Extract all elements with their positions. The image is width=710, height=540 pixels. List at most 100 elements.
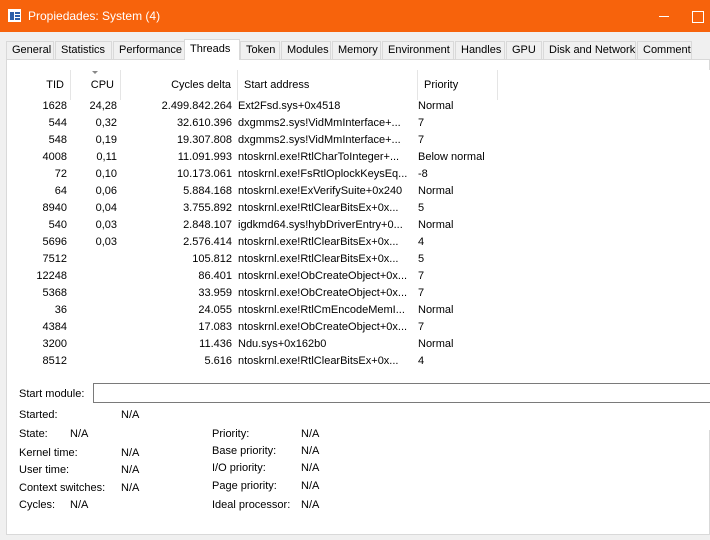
start-address-cell: dxgmms2.sys!VidMmInterface+... — [238, 117, 401, 129]
table-row[interactable]: 8940 0,04 3.755.892 ntoskrnl.exe!RtlClearBi… — [21, 200, 710, 217]
table-row[interactable]: 3200 11.436 Ndu.sys+0x162b0 Normal — [21, 336, 710, 353]
start-address-cell: ntoskrnl.exe!ExVerifySuite+0x240 — [238, 185, 403, 197]
cycles-delta-cell: 105.812 — [192, 253, 232, 265]
base-priority-label: Base priority: — [212, 445, 277, 457]
table-row[interactable]: 544 0,32 32.610.396 dxgmms2.sys!VidMmInterf… — [21, 115, 710, 132]
tid-cell: 1628 — [42, 100, 67, 112]
start-address-cell: ntoskrnl.exe!RtlClearBitsEx+0x... — [238, 236, 399, 248]
page-priority-label: Page priority: — [212, 480, 277, 492]
start-address-cell: ntoskrnl.exe!ObCreateObject+0x... — [238, 321, 408, 333]
table-row[interactable]: 7512 105.812 ntoskrnl.exe!RtlClearBitsEx+0… — [21, 251, 710, 268]
start-address-cell: Ndu.sys+0x162b0 — [238, 338, 327, 350]
tid-cell: 72 — [54, 168, 67, 180]
maximize-button[interactable] — [684, 0, 710, 32]
tid-cell: 3200 — [42, 338, 67, 350]
tab-token[interactable]: Token — [240, 41, 280, 59]
tid-cell: 8940 — [42, 202, 67, 214]
title-bar[interactable]: Propiedades: System (4) — [0, 0, 710, 32]
tab-comment[interactable]: Comment — [637, 41, 692, 59]
column-header-cpu-label: CPU — [90, 79, 114, 91]
priority-cell: Normal — [418, 100, 454, 112]
tab-handles[interactable]: Handles — [455, 41, 505, 59]
priority-cell: 7 — [418, 287, 425, 299]
tab-gpu[interactable]: GPU — [506, 41, 542, 59]
cycles-delta-cell: 24.055 — [198, 304, 232, 316]
threads-panel: TID CPU Cycles delta Start address Prior… — [6, 59, 710, 535]
tab-environment[interactable]: Environment — [382, 41, 454, 59]
table-row[interactable]: 548 0,19 19.307.808 dxgmms2.sys!VidMmInterf… — [21, 132, 710, 149]
tid-cell: 5696 — [42, 236, 67, 248]
column-header-priority[interactable]: Priority — [418, 70, 498, 100]
tab-disk-and-network[interactable]: Disk and Network — [543, 41, 636, 59]
priority-cell: Normal — [418, 304, 454, 316]
cpu-cell: 0,19 — [95, 134, 117, 146]
priority-cell: Below normal — [418, 151, 485, 163]
column-header-cycles-delta[interactable]: Cycles delta — [121, 70, 238, 100]
priority-cell: -8 — [418, 168, 428, 180]
table-row[interactable]: 540 0,03 2.848.107 igdkmd64.sys!hybDriverEn… — [21, 217, 710, 234]
table-row[interactable]: 1628 24,28 2.499.842.264 Ext2Fsd.sys+0x4518… — [21, 98, 710, 115]
start-address-cell: dxgmms2.sys!VidMmInterface+... — [238, 134, 401, 146]
priority-cell: Normal — [418, 219, 454, 231]
priority-cell: 7 — [418, 270, 425, 282]
table-row[interactable]: 5696 0,03 2.576.414 ntoskrnl.exe!RtlClearBi… — [21, 234, 710, 251]
tid-cell: 548 — [48, 134, 67, 146]
started-label: Started: — [19, 409, 58, 421]
sort-descending-icon — [92, 71, 99, 75]
start-module-field[interactable] — [93, 383, 710, 403]
column-header-start-address[interactable]: Start address — [238, 70, 418, 100]
tid-cell: 12248 — [36, 270, 67, 282]
cpu-cell: 24,28 — [89, 100, 117, 112]
start-address-cell: ntoskrnl.exe!RtlClearBitsEx+0x... — [238, 202, 399, 214]
tab-strip: General Statistics Performance Threads T… — [6, 39, 710, 60]
tab-modules[interactable]: Modules — [281, 41, 331, 59]
threads-list[interactable]: TID CPU Cycles delta Start address Prior… — [21, 70, 710, 430]
table-row[interactable]: 64 0,06 5.884.168 ntoskrnl.exe!ExVerifySuit… — [21, 183, 710, 200]
priority-cell: Normal — [418, 338, 454, 350]
tab-memory[interactable]: Memory — [332, 41, 381, 59]
start-address-cell: ntoskrnl.exe!RtlClearBitsEx+0x... — [238, 355, 399, 367]
cpu-cell: 0,04 — [95, 202, 117, 214]
priority-cell: Normal — [418, 185, 454, 197]
cycles-delta-cell: 11.436 — [199, 338, 232, 350]
table-row[interactable]: 36 24.055 ntoskrnl.exe!RtlCmEncodeMemI... N… — [21, 302, 710, 319]
start-address-cell: ntoskrnl.exe!ObCreateObject+0x... — [238, 287, 408, 299]
start-address-cell: ntoskrnl.exe!FsRtlOplockKeysEq... — [238, 168, 408, 180]
cycles-delta-cell: 11.091.993 — [177, 151, 232, 163]
minimize-button[interactable] — [650, 0, 680, 32]
io-priority-value: N/A — [301, 462, 320, 474]
cpu-cell: 0,10 — [95, 168, 117, 180]
context-switches-label: Context switches: — [19, 482, 106, 494]
table-row[interactable]: 72 0,10 10.173.061 ntoskrnl.exe!FsRtlOplock… — [21, 166, 710, 183]
tab-statistics[interactable]: Statistics — [55, 41, 112, 59]
cycles-delta-cell: 2.576.414 — [183, 236, 232, 248]
tab-threads[interactable]: Threads — [184, 39, 240, 60]
tid-cell: 4008 — [42, 151, 67, 163]
tid-cell: 4384 — [42, 321, 67, 333]
tid-cell: 7512 — [42, 253, 67, 265]
start-address-cell: ntoskrnl.exe!RtlClearBitsEx+0x... — [238, 253, 399, 265]
cycles-delta-cell: 86.401 — [198, 270, 232, 282]
table-row[interactable]: 4008 0,11 11.091.993 ntoskrnl.exe!RtlCharTo… — [21, 149, 710, 166]
tid-cell: 64 — [54, 185, 67, 197]
table-row[interactable]: 8512 5.616 ntoskrnl.exe!RtlClearBitsEx+0x.… — [21, 353, 710, 370]
column-header-tid[interactable]: TID — [21, 70, 71, 100]
priority-cell: 5 — [418, 202, 425, 214]
kernel-time-label: Kernel time: — [19, 447, 78, 459]
tab-performance[interactable]: Performance — [113, 41, 185, 59]
priority-cell: 7 — [418, 321, 425, 333]
priority-cell: 5 — [418, 253, 425, 265]
table-row[interactable]: 4384 17.083 ntoskrnl.exe!ObCreateObject+0x… — [21, 319, 710, 336]
table-row[interactable]: 5368 33.959 ntoskrnl.exe!ObCreateObject+0x… — [21, 285, 710, 302]
cpu-cell: 0,03 — [95, 236, 117, 248]
cycles-delta-cell: 5.616 — [204, 355, 232, 367]
cpu-cell: 0,03 — [95, 219, 117, 231]
table-row[interactable]: 12248 86.401 ntoskrnl.exe!ObCreateObject+0… — [21, 268, 710, 285]
ideal-processor-label: Ideal processor: — [212, 499, 291, 511]
cycles-delta-cell: 33.959 — [198, 287, 232, 299]
tab-general[interactable]: General — [6, 41, 54, 59]
io-priority-label: I/O priority: — [212, 462, 266, 474]
ideal-processor-value: N/A — [301, 499, 320, 511]
priority-cell: 4 — [418, 236, 425, 248]
start-address-cell: ntoskrnl.exe!RtlCharToInteger+... — [238, 151, 400, 163]
